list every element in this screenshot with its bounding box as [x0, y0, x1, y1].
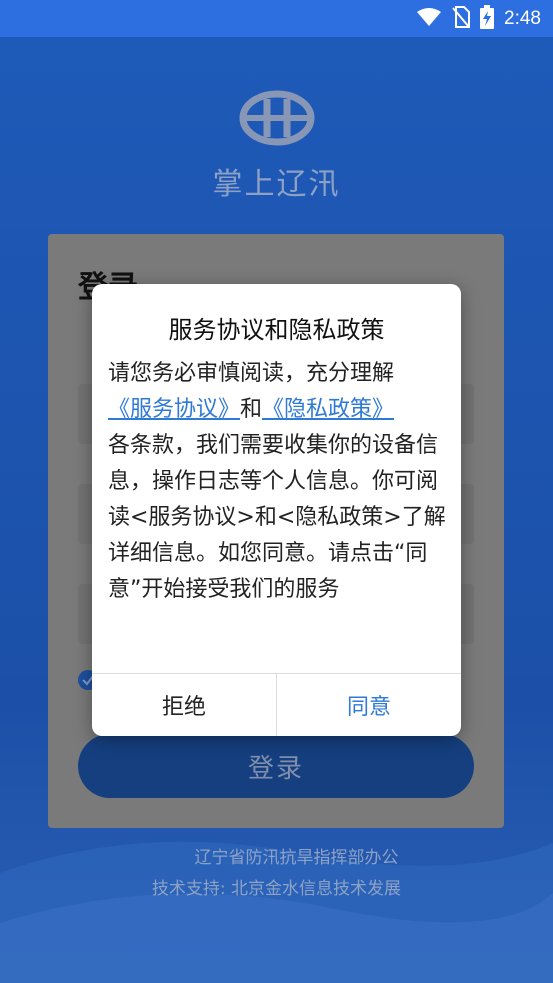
service-agreement-link[interactable]: 《服务协议》: [108, 397, 240, 422]
status-icons: 2:48: [416, 5, 541, 33]
login-button[interactable]: 登录: [78, 734, 474, 798]
status-bar: 2:48: [0, 0, 553, 37]
agree-button[interactable]: 同意: [277, 674, 461, 736]
privacy-dialog: 服务协议和隐私政策 请您务必审慎阅读，充分理解 《服务协议》和《隐私政策》 各条…: [92, 284, 461, 736]
app-name: 掌上辽汛: [212, 167, 341, 202]
footer-org: 辽宁省防汛抗旱指挥部办公: [194, 848, 399, 868]
privacy-policy-link[interactable]: 《隐私政策》: [262, 397, 394, 422]
status-time: 2:48: [504, 8, 541, 29]
app-logo-icon: [239, 90, 315, 146]
dialog-body: 请您务必审慎阅读，充分理解 《服务协议》和《隐私政策》 各条款，我们需要收集你的…: [108, 356, 448, 608]
reject-button[interactable]: 拒绝: [92, 674, 276, 736]
battery-charging-icon: [480, 5, 495, 33]
dialog-intro-text: 请您务必审慎阅读，充分理解: [108, 361, 395, 386]
wifi-icon: [416, 7, 442, 31]
footer-support: 技术支持: 北京金水信息技术发展: [151, 879, 402, 899]
no-sim-icon: [452, 6, 471, 32]
and-text: 和: [240, 397, 263, 422]
dialog-title: 服务协议和隐私政策: [168, 316, 385, 344]
dialog-detail-text: 各条款，我们需要收集你的设备信息，操作日志等个人信息。你可阅读<服务协议>和<隐…: [108, 433, 446, 602]
